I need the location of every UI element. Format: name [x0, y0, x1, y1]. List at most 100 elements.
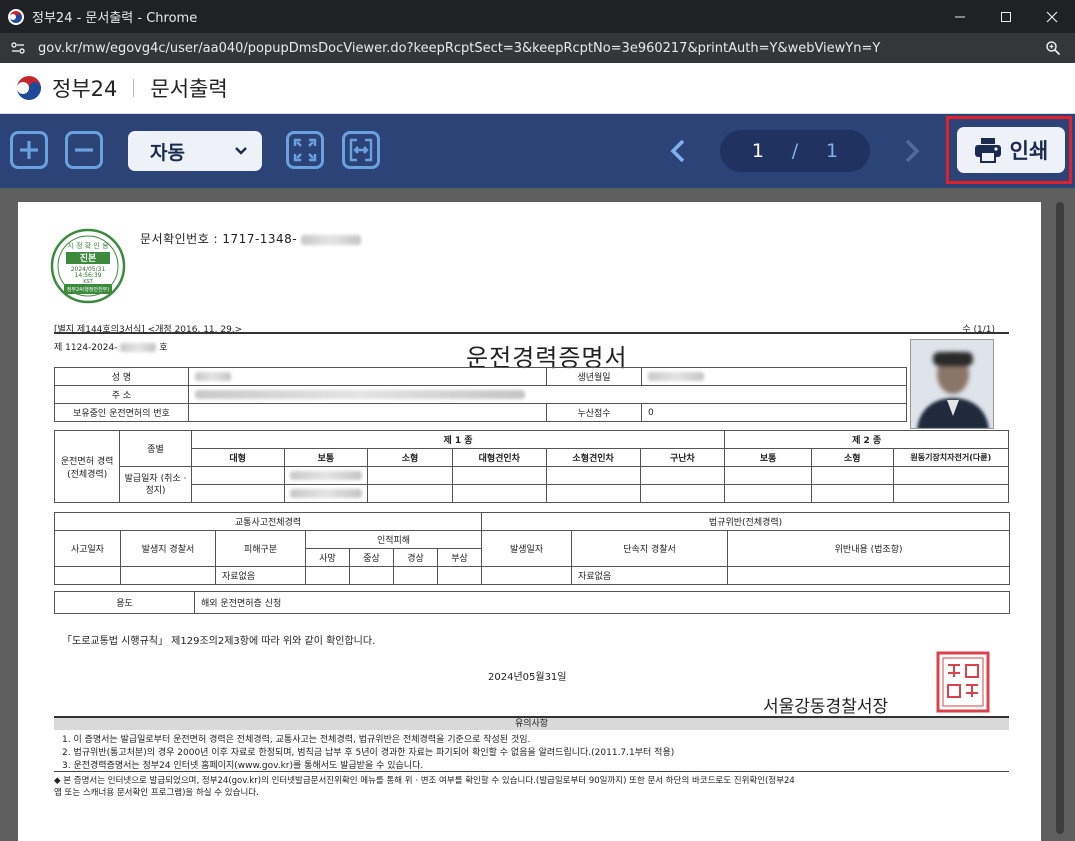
print-label: 인쇄 — [1009, 139, 1049, 163]
legal-basis-text: 「도로교통법 시행규칙」 제129조의2제3항에 따라 위와 같이 확인합니다. — [62, 636, 376, 647]
accident-cell — [436, 566, 483, 585]
violation-date-label: 발생일자 — [481, 530, 573, 567]
issue-cell — [892, 466, 1010, 485]
zoom-level-select[interactable]: 자동 — [128, 131, 262, 171]
type-label: 종별 — [119, 430, 192, 467]
class1-type: 구난차 — [639, 448, 726, 467]
issue-cell — [892, 484, 1010, 503]
issue-cell — [639, 466, 726, 485]
total-pages: 1 — [825, 140, 839, 162]
class1-type: 대형견인차 — [451, 448, 547, 467]
redacted-value — [195, 389, 525, 399]
accident-cell — [120, 566, 216, 585]
birth-label: 생년월일 — [546, 367, 642, 386]
fit-page-icon — [293, 138, 317, 162]
redacted-value — [289, 488, 362, 498]
site-brand[interactable]: 정부24 — [52, 73, 117, 103]
injury-type: 사망 — [305, 548, 350, 567]
document-confirm-number: 문서확인번호 : 1717-1348- — [140, 230, 362, 247]
issue-cell — [811, 466, 894, 485]
zoom-out-button[interactable] — [65, 131, 103, 169]
purpose-label: 용도 — [54, 591, 195, 614]
issue-cell — [190, 484, 285, 503]
issue-cell — [724, 484, 813, 503]
footer-rule — [54, 771, 1009, 772]
address-label: 주 소 — [54, 385, 189, 404]
fit-width-button[interactable] — [342, 131, 380, 169]
minimize-button[interactable] — [937, 0, 983, 33]
class2-type: 원동기장치자전거(다륜) — [892, 448, 1010, 467]
issue-cell — [190, 466, 285, 485]
accident-date-label: 사고일자 — [54, 530, 121, 567]
issue-cell — [283, 484, 369, 503]
footnote-line: 앱 또는 스캐너용 문서확인 프로그램)을 하실 수 있습니다. — [54, 788, 259, 798]
redacted-value — [289, 470, 362, 480]
issue-cell — [451, 484, 547, 503]
enforcement-station-label: 단속지 경찰서 — [571, 530, 729, 567]
issue-cell — [367, 466, 453, 485]
maximize-icon — [1001, 11, 1011, 22]
site-header: 정부24 문서출력 — [0, 63, 1075, 114]
close-icon — [1046, 11, 1058, 22]
issue-date: 2024년05월31일 — [488, 672, 567, 683]
zoom-level-value: 자동 — [150, 141, 185, 164]
header-rule — [54, 332, 1009, 334]
chevron-left-icon[interactable] — [666, 138, 692, 164]
zoom-in-button[interactable] — [10, 131, 48, 169]
redacted-value — [195, 371, 231, 381]
minus-icon — [75, 148, 93, 152]
violation-content-label: 위반내용 (법조항) — [727, 530, 1011, 567]
accident-history-header: 교통사고전체경력 — [53, 512, 483, 531]
gov24-logo-icon[interactable] — [14, 73, 44, 103]
doc-number-suffix: 호 — [159, 343, 168, 353]
doc-number-prefix: 제 1124-2024- — [54, 343, 118, 353]
class1-type: 대형 — [190, 448, 285, 467]
url-text[interactable]: gov.kr/mw/egovg4c/user/aa040/popupDmsDoc… — [38, 41, 880, 56]
seal-line-header: 시 정 확 인 용 — [67, 241, 109, 250]
site-settings-icon[interactable] — [10, 40, 26, 56]
license-number-value — [188, 403, 547, 422]
class2-type: 소형 — [811, 448, 894, 467]
violation-cell — [727, 566, 1011, 585]
license-number-label: 보유중인 운전면허의 번호 — [54, 403, 189, 422]
accident-cell — [393, 566, 438, 585]
notice-title: 유의사항 — [54, 716, 1009, 730]
window-title: 정부24 - 문서출력 - Chrome — [32, 11, 198, 26]
print-button[interactable]: 인쇄 — [957, 127, 1065, 173]
document-number: 제 1124-2024- 호 — [54, 340, 167, 353]
confirm-number-text: 문서확인번호 : 1717-1348- — [140, 232, 298, 246]
violation-cell — [481, 566, 573, 585]
notice-item: 2. 법규위반(통고처분)의 경우 2000년 이후 자료로 한정되며, 범칙금… — [62, 748, 675, 758]
purpose-value: 해외 운전면허증 신청 — [194, 591, 1010, 614]
chevron-right-icon[interactable] — [898, 138, 924, 164]
accident-no-data: 자료없음 — [215, 566, 306, 585]
injury-type: 경상 — [393, 548, 438, 567]
verification-seal-icon: 시 정 확 인 용 진본 2024/05/31 14:56:39 KST 정부2… — [50, 228, 126, 304]
header-separator — [133, 79, 135, 97]
issue-cell — [451, 466, 547, 485]
viewer-scrollbar[interactable] — [1056, 202, 1064, 834]
purpose-table: 용도 해외 운전면허증 신청 — [54, 591, 1010, 614]
notice-item: 3. 운전경력증명서는 정부24 인터넷 홈페이지(www.gov.kr)를 통… — [62, 761, 424, 771]
birth-value — [641, 367, 907, 386]
address-bar[interactable]: gov.kr/mw/egovg4c/user/aa040/popupDmsDoc… — [0, 33, 1075, 63]
seal-line-time: 14:56:39 — [75, 272, 102, 279]
maximize-button[interactable] — [983, 0, 1029, 33]
current-page[interactable]: 1 — [752, 140, 764, 162]
seal-line-tz: KST — [83, 279, 93, 285]
printer-icon — [974, 138, 1001, 163]
person-photo-icon — [911, 340, 993, 428]
zoom-icon[interactable] — [1045, 40, 1061, 56]
personal-info-table: 성 명 생년월일 주 소 보유중인 운전면허의 번호 누산점수 0 — [54, 367, 907, 422]
name-value — [188, 367, 547, 386]
points-value: 0 — [641, 403, 907, 422]
police-station-label: 발생지 경찰서 — [120, 530, 216, 567]
close-button[interactable] — [1029, 0, 1075, 33]
chevron-down-icon — [235, 147, 247, 155]
fit-page-button[interactable] — [286, 131, 324, 169]
class2-type: 보통 — [724, 448, 813, 467]
license-history-table: 운전면허 경력 (전체경력) 종별 제 1 종 제 2 종 대형 보통 소형 대… — [53, 430, 1010, 503]
injury-label: 인적피해 — [304, 530, 483, 549]
issue-cell — [283, 466, 369, 485]
accident-cell — [305, 566, 350, 585]
